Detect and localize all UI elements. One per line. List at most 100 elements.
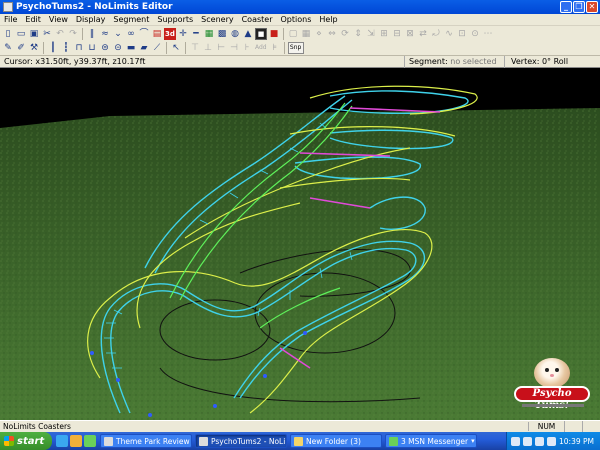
display-icon[interactable]: ■ (255, 28, 267, 40)
email-icon[interactable] (70, 435, 82, 447)
lock-icon[interactable]: ⊡ (456, 28, 468, 40)
tool-icon[interactable]: ⚒ (28, 42, 40, 54)
task-psychotums2[interactable]: PsychoTums2 - NoLim... (195, 434, 287, 448)
v-tool-1-icon[interactable]: ⊤ (189, 42, 201, 54)
segment-icon[interactable]: ⇔ (326, 28, 338, 40)
crosshair-icon[interactable]: ✛ (177, 28, 189, 40)
circle-icon[interactable]: ◍ (229, 28, 241, 40)
volume-icon[interactable] (535, 436, 544, 446)
cut-icon[interactable]: ✂ (41, 28, 53, 40)
close-button[interactable]: ✕ (586, 1, 598, 13)
support-pole-icon[interactable]: ┃ (47, 42, 59, 54)
stop-icon[interactable]: ■ (268, 28, 280, 40)
footer-2-icon[interactable]: ⊔ (86, 42, 98, 54)
task-new-folder[interactable]: New Folder (3) (290, 434, 382, 448)
task-theme-park-review[interactable]: Theme Park Review :... (100, 434, 192, 448)
window-title: PsychoTums2 - NoLimits Editor (16, 2, 173, 12)
track-curve-icon[interactable]: ⌒ (138, 28, 150, 40)
window-controls: _ ❐ ✕ (560, 1, 598, 13)
menu-view[interactable]: View (45, 14, 72, 26)
menu-display[interactable]: Display (72, 14, 110, 26)
menu-supports[interactable]: Supports (153, 14, 197, 26)
extra-icon[interactable]: ⋯ (482, 28, 494, 40)
num-lock-indicator: NUM (528, 422, 564, 431)
align-icon[interactable]: ⊞ (378, 28, 390, 40)
image-icon[interactable]: ▩ (216, 28, 228, 40)
v-tool-3-icon[interactable]: ⊢ (215, 42, 227, 54)
unlock-icon[interactable]: ⊙ (469, 28, 481, 40)
v-tool-2-icon[interactable]: ⊥ (202, 42, 214, 54)
quick-launch (56, 435, 96, 447)
clock[interactable]: 10:39 PM (559, 437, 594, 446)
box-icon[interactable]: ▢ (287, 28, 299, 40)
v-tool-4-icon[interactable]: ⊣ (228, 42, 240, 54)
connector-icon[interactable]: ⟋ (151, 42, 163, 54)
menu-edit[interactable]: Edit (21, 14, 45, 26)
footer-icon[interactable]: ⊓ (73, 42, 85, 54)
undo-icon[interactable]: ↶ (54, 28, 66, 40)
status-cell (564, 420, 582, 433)
menu-segment[interactable]: Segment (109, 14, 153, 26)
scale-icon[interactable]: ⇲ (365, 28, 377, 40)
pillar-icon[interactable]: ‖ (86, 28, 98, 40)
messenger-icon (389, 436, 398, 446)
v-tool-6-icon[interactable]: ⊧ (269, 42, 281, 54)
menu-coaster[interactable]: Coaster (238, 14, 277, 26)
track-loop-icon[interactable]: ∞ (125, 28, 137, 40)
tray-chevron-icon[interactable] (511, 436, 520, 446)
join-icon[interactable]: ⊠ (404, 28, 416, 40)
browser-icon[interactable] (56, 435, 68, 447)
3d-viewport[interactable]: Psycho Tums! (0, 68, 600, 420)
support-pole-2-icon[interactable]: ┇ (60, 42, 72, 54)
menu-scenery[interactable]: Scenery (197, 14, 237, 26)
app-icon (3, 2, 13, 12)
bank-icon[interactable]: ⤾ (430, 28, 442, 40)
task-msn-messenger[interactable]: 3 MSN Messenger ▾ (385, 434, 477, 448)
grid-icon[interactable]: ▦ (300, 28, 312, 40)
beam-2-icon[interactable]: ▰ (138, 42, 150, 54)
app-status-bar: NoLimits Coasters NUM (0, 420, 600, 433)
smooth-icon[interactable]: ∿ (443, 28, 455, 40)
minimize-button[interactable]: _ (560, 1, 572, 13)
save-icon[interactable]: ▣ (28, 28, 40, 40)
three-d-view-icon[interactable]: 3d (164, 28, 176, 40)
line-icon[interactable]: ━ (190, 28, 202, 40)
barrel-2-icon[interactable]: ⊝ (112, 42, 124, 54)
hamster-nose (550, 374, 554, 377)
toolbar-separator (43, 42, 44, 54)
menu-options[interactable]: Options (277, 14, 316, 26)
rotate-icon[interactable]: ⟳ (339, 28, 351, 40)
menu-help[interactable]: Help (315, 14, 341, 26)
toolbar-separator (185, 42, 186, 54)
pencil-icon[interactable]: ✎ (2, 42, 14, 54)
title-bar: PsychoTums2 - NoLimits Editor _ ❐ ✕ (0, 0, 600, 14)
start-button[interactable]: start (0, 432, 52, 450)
flip-icon[interactable]: ⇄ (417, 28, 429, 40)
app-status-text: NoLimits Coasters (3, 422, 71, 431)
v-tool-5-icon[interactable]: ⊦ (241, 42, 253, 54)
network-icon[interactable] (523, 436, 532, 446)
new-file-icon[interactable]: ▯ (2, 28, 14, 40)
messenger-tray-icon[interactable] (547, 436, 556, 446)
beam-icon[interactable]: ▬ (125, 42, 137, 54)
station-icon[interactable]: ▤ (151, 28, 163, 40)
open-folder-icon[interactable]: ▭ (15, 28, 27, 40)
maximize-button[interactable]: ❐ (573, 1, 585, 13)
split-icon[interactable]: ⊟ (391, 28, 403, 40)
barrel-icon[interactable]: ⊜ (99, 42, 111, 54)
add-button[interactable]: Add (254, 42, 268, 54)
menu-file[interactable]: File (0, 14, 21, 26)
snap-button[interactable]: Snp (287, 42, 304, 54)
track-wave-icon[interactable]: ≈ (99, 28, 111, 40)
track-down-icon[interactable]: ⌄ (112, 28, 124, 40)
warning-triangle-icon[interactable]: ▲ (242, 28, 254, 40)
select-arrow-icon[interactable]: ↖ (170, 42, 182, 54)
segment-readout: Segment: no selected (405, 55, 505, 68)
pen-icon[interactable]: ✐ (15, 42, 27, 54)
redo-icon[interactable]: ↷ (67, 28, 79, 40)
node-icon[interactable]: ⋄ (313, 28, 325, 40)
messenger-icon[interactable] (84, 435, 96, 447)
folder-icon (294, 436, 303, 446)
terrain-icon[interactable]: ▦ (203, 28, 215, 40)
move-icon[interactable]: ⇕ (352, 28, 364, 40)
